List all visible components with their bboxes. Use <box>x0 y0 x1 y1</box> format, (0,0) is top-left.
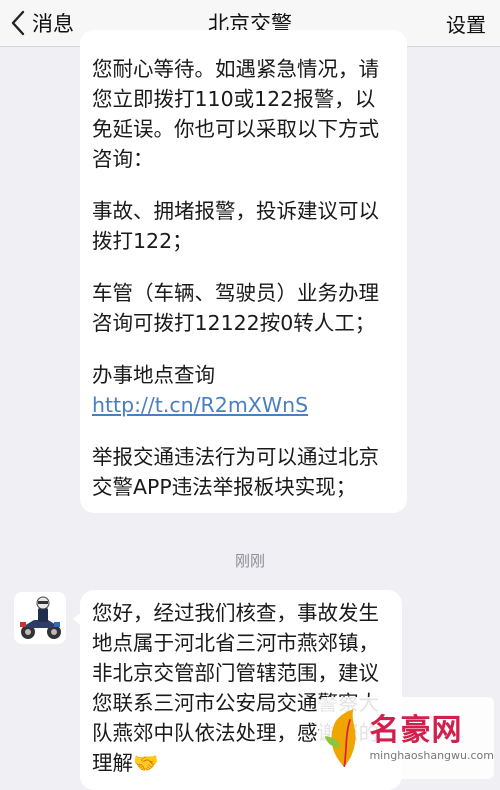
back-button[interactable]: 消息 <box>10 0 74 46</box>
message-bubble: 您耐心等待。如遇紧急情况，请您立即拨打110或122报警，以免延误。你也可以采取… <box>80 30 407 513</box>
message-link[interactable]: http://t.cn/R2mXWnS <box>92 393 308 417</box>
settings-button[interactable]: 设置 <box>446 0 486 46</box>
watermark-url: minghaoshangwu.com <box>369 749 494 762</box>
message-paragraph: 车管（车辆、驾驶员）业务办理咨询可拨打12122按0转人工； <box>92 281 379 335</box>
message-paragraph: 办事地点查询 http://t.cn/R2mXWnS <box>92 360 395 420</box>
timestamp: 刚刚 <box>234 552 265 570</box>
handshake-icon: 🤝 <box>133 751 159 775</box>
police-motorcycle-icon <box>20 596 61 639</box>
back-label: 消息 <box>32 12 74 36</box>
watermark: 名豪网 minghaoshangwu.com <box>319 697 494 779</box>
avatar[interactable] <box>14 592 66 644</box>
chevron-left-icon <box>11 10 25 36</box>
message-paragraph: 举报交通违法行为可以通过北京交警APP违法举报板块实现； <box>92 445 379 499</box>
leaf-logo-icon <box>324 709 356 768</box>
message-paragraph: 事故、拥堵报警，投诉建议可以拨打122； <box>92 199 379 253</box>
message-paragraph: 您耐心等待。如遇紧急情况，请您立即拨打110或122报警，以免延误。你也可以采取… <box>92 57 379 171</box>
watermark-name: 名豪网 <box>369 713 463 748</box>
link-prefix: 办事地点查询 <box>92 363 215 387</box>
